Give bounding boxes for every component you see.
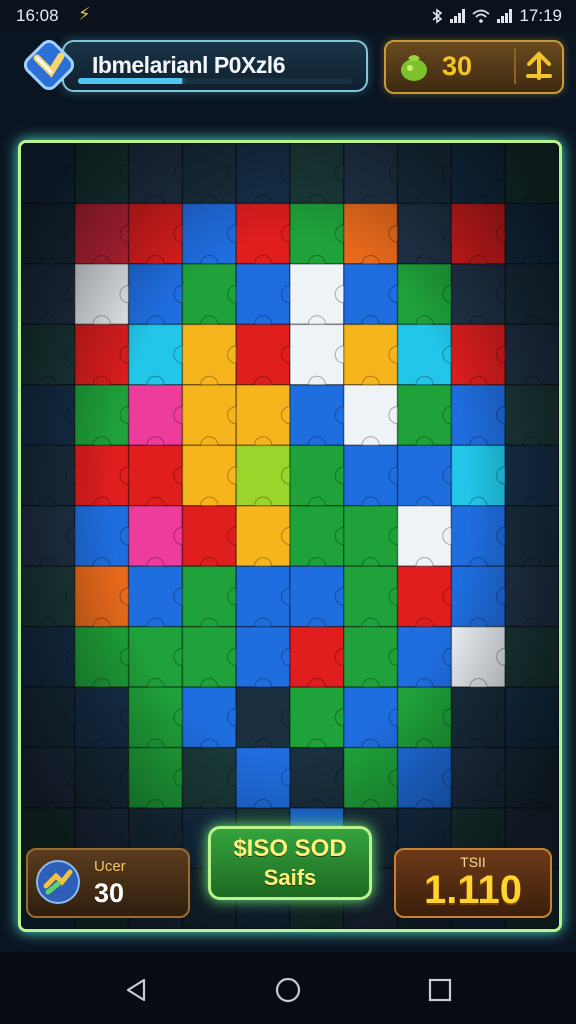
signal-icon [497,9,513,23]
navigation-bar [0,952,576,1024]
signal-icon [450,9,466,23]
status-bar: 16:08 ⚡ 17:19 [0,0,576,32]
divider [514,48,516,84]
level-progress-fill [78,78,183,84]
level-progress-bar [78,78,352,84]
wifi-icon [472,9,491,23]
puzzle-logo-icon[interactable] [20,36,78,94]
status-time: 16:08 [16,6,59,25]
avatar [36,860,80,904]
coin-count: 30 [442,51,473,81]
home-icon[interactable] [274,976,302,1004]
puzzle-board[interactable] [18,140,562,932]
coin-counter[interactable]: 30 [384,40,564,94]
game-title: Ibmelarianl P0Xzl6 [92,52,285,78]
score-card: TSII 1.110 [394,848,552,918]
board-vignette [21,143,559,929]
user-card[interactable]: Ucer 30 [26,848,190,918]
action-button-label: $ISO SOD [233,835,347,862]
action-button[interactable]: $ISO SOD Saifs [208,826,372,900]
recents-icon[interactable] [426,976,454,1004]
score-value: 1.110 [424,868,522,912]
action-button-sublabel: Saifs [263,865,317,890]
flash-icon: ⚡ [78,4,91,24]
boost-icon[interactable] [520,46,558,86]
status-clock: 17:19 [519,6,562,25]
title-panel: Ibmelarianl P0Xzl6 [62,40,368,92]
top-bar: Ibmelarianl P0Xzl6 30 [0,32,576,132]
back-icon[interactable] [122,976,150,1004]
money-bag-icon [401,55,427,81]
user-label: Ucer [94,858,126,875]
bluetooth-icon [432,8,443,24]
puzzle-grid[interactable] [21,143,559,929]
user-score: 30 [94,878,125,908]
